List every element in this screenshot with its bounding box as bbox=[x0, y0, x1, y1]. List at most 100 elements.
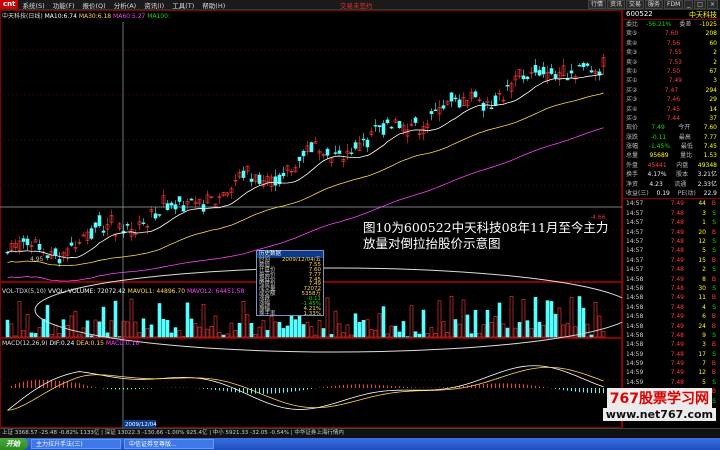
volume-bar bbox=[337, 323, 342, 338]
trade-price: 7.49 bbox=[670, 228, 684, 236]
menu-analysis[interactable]: 分析(A) bbox=[114, 0, 137, 10]
quote-row-value-2: 3.21亿 bbox=[697, 171, 717, 179]
volume-bar bbox=[577, 296, 582, 338]
quote-tab-button[interactable]: 行情 bbox=[587, 0, 606, 9]
trade-time: 14:58 bbox=[626, 294, 644, 302]
quote-row-label-2: 最低 bbox=[680, 143, 693, 151]
volume-bar bbox=[105, 332, 110, 338]
quote-row: 卖① 7.50 67 bbox=[623, 67, 720, 76]
trade-side: B bbox=[711, 294, 716, 302]
volume-bar bbox=[57, 333, 62, 338]
minimize-button[interactable]: _ bbox=[684, 0, 694, 9]
candle-body bbox=[537, 70, 542, 76]
volume-bar bbox=[401, 321, 406, 338]
trade-row: 14:57 7.48 1 S bbox=[623, 218, 720, 227]
quote-row-value: 7.49 bbox=[668, 77, 682, 85]
volume-legend: VOL-TDX(5,10) VVOL: VOLUME: 72072.42 MAV… bbox=[2, 288, 244, 295]
candle-body bbox=[101, 230, 106, 233]
trade-side: B bbox=[711, 228, 716, 236]
watermark-logo: 767股票学习网 bbox=[606, 388, 712, 408]
candle-body bbox=[157, 214, 162, 216]
history-data-popup[interactable]: 历史数据 时间 2009/12/04/五 数值 7.55 开盘价 7.60 最高价 7.77 最… bbox=[256, 250, 324, 316]
quote-row-value-2: 60 bbox=[709, 39, 717, 47]
volume-bar bbox=[341, 332, 346, 338]
candle-body bbox=[301, 150, 306, 157]
kline-chart-svg[interactable]: 4.95 2009/12/04 -4.66 bbox=[0, 10, 636, 428]
menu-tools[interactable]: 工具(T) bbox=[172, 0, 194, 10]
maximize-button[interactable]: □ bbox=[694, 0, 706, 9]
trade-time: 14:57 bbox=[626, 228, 644, 236]
quote-row-label: 卖④ bbox=[626, 39, 638, 47]
dea-line bbox=[7, 366, 604, 411]
quote-row-value-2: 7.77 bbox=[703, 133, 717, 141]
trade-time: 14:58 bbox=[626, 284, 644, 292]
volume-bar bbox=[493, 316, 498, 338]
trade-row: 14:58 7.49 6 B bbox=[623, 312, 720, 321]
volume-bar bbox=[309, 326, 314, 338]
volume-bar bbox=[277, 321, 282, 338]
trade-tab-button[interactable]: 交易 bbox=[626, 0, 645, 9]
volume-bar bbox=[69, 315, 74, 338]
taskbar-item-app[interactable]: 中信证券至尊版... bbox=[124, 439, 214, 449]
quote-row-value: -56.21% bbox=[646, 21, 672, 28]
volume-bar bbox=[381, 306, 386, 338]
menu-info[interactable]: 资讯(I) bbox=[144, 0, 164, 10]
trade-side: S bbox=[712, 303, 716, 311]
candle-body bbox=[553, 74, 558, 79]
candle-body bbox=[453, 97, 458, 100]
caption-line-1: 图10为600522中天科技08年11月至今主力 bbox=[363, 220, 609, 235]
quote-row-label-2: 内盘 bbox=[676, 161, 689, 169]
quote-row-value-2: 7.60 bbox=[703, 124, 717, 132]
volume-bar bbox=[465, 314, 470, 338]
trade-price: 7.48 bbox=[670, 284, 684, 292]
trade-volume: 20 bbox=[698, 228, 706, 236]
quote-row: 换手 4.17% 股本 3.21亿 bbox=[623, 170, 720, 179]
volume-bar bbox=[497, 302, 502, 338]
trade-side: B bbox=[711, 322, 716, 330]
candle-body bbox=[481, 102, 486, 111]
menu-help[interactable]: 帮助(H) bbox=[202, 0, 225, 10]
candle-body bbox=[549, 68, 554, 74]
volume-bar bbox=[313, 334, 318, 338]
candle-body bbox=[241, 170, 246, 178]
annotation-caption: 图10为600522中天科技08年11月至今主力 放量对倒拉抬股价示意图 bbox=[363, 220, 623, 252]
fdm-tab-button[interactable]: FDM bbox=[664, 0, 684, 9]
candle-body bbox=[413, 117, 418, 123]
quote-row-value: 7.56 bbox=[666, 39, 681, 47]
quote-row-label: 现价 bbox=[626, 124, 639, 132]
quote-row-label: 净资 bbox=[626, 180, 639, 188]
trade-side: B bbox=[711, 200, 716, 208]
volume-bar bbox=[369, 329, 374, 338]
trade-row: 14:57 7.48 2 S bbox=[623, 265, 720, 274]
trade-side: S bbox=[712, 209, 716, 217]
menu-quote[interactable]: 报价(Q) bbox=[83, 0, 106, 10]
taskbar-item-doc[interactable]: 主力拉升手法(三) bbox=[31, 439, 121, 449]
service-tab-button[interactable]: 服务 bbox=[645, 0, 664, 9]
volume-bar bbox=[301, 324, 306, 338]
volume-bar bbox=[97, 321, 102, 338]
quote-row: 总量 95689 量比 1.53 bbox=[623, 151, 720, 160]
quote-row-label: 卖② bbox=[626, 58, 638, 66]
candle-body bbox=[433, 109, 438, 112]
trade-row: 14:57 7.49 44 B bbox=[623, 199, 720, 208]
quote-row-label-2: PE(动) bbox=[677, 190, 696, 198]
start-button[interactable]: 开始 bbox=[0, 438, 28, 450]
volume-bar bbox=[557, 307, 562, 338]
candle-body bbox=[97, 215, 102, 227]
menu-function[interactable]: 功能(F) bbox=[53, 0, 75, 10]
close-button[interactable]: × bbox=[706, 0, 718, 9]
kline-chart-area[interactable]: 4.95 2009/12/04 -4.66 中天科技(日线) MA10:6.74… bbox=[0, 10, 636, 428]
volume-bar bbox=[549, 301, 554, 338]
dif-label: DIF:0.24 bbox=[49, 340, 75, 347]
quote-row: 卖⑤ 7.60 208 bbox=[623, 29, 720, 38]
tick-trade-list[interactable]: 14:57 7.49 44 B 14:57 7.48 3 S 14:57 7.48 1 S 14:57 7… bbox=[623, 199, 720, 406]
quote-row-value: 0.19 bbox=[656, 190, 670, 198]
news-tab-button[interactable]: 资讯 bbox=[607, 0, 626, 9]
volume-bar bbox=[113, 300, 118, 338]
trade-volume: 30 bbox=[698, 284, 706, 292]
volume-bar bbox=[521, 298, 526, 338]
trade-side: B bbox=[711, 313, 716, 321]
volume-bar bbox=[357, 322, 362, 338]
menu-system[interactable]: 系统(S) bbox=[22, 0, 44, 10]
candle-body bbox=[257, 174, 262, 184]
